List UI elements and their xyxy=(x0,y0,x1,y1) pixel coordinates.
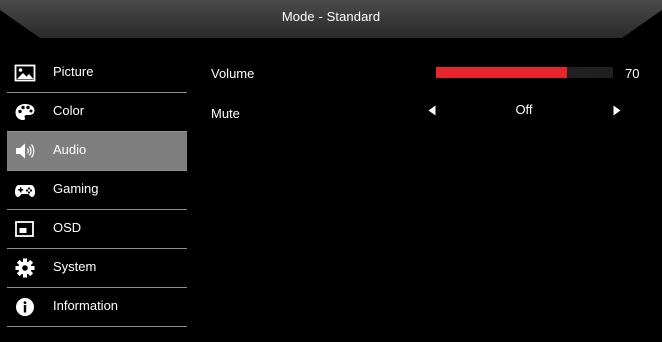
mute-value: Off xyxy=(515,102,533,117)
gamepad-icon xyxy=(15,185,35,197)
sidebar-item-audio[interactable]: Audio xyxy=(7,132,187,171)
sidebar-item-information[interactable]: Information xyxy=(7,288,187,327)
info-icon xyxy=(16,298,34,316)
speaker-icon xyxy=(16,143,35,159)
picture-icon xyxy=(14,64,36,82)
osd-menu: Mode - Standard Picture Color Audio Gami… xyxy=(0,0,662,342)
volume-label: Volume xyxy=(211,66,255,81)
audio-settings-panel: Volume 70 Mute Off xyxy=(211,0,651,342)
color-palette-icon xyxy=(15,104,35,120)
sidebar-item-picture[interactable]: Picture xyxy=(7,54,187,93)
sidebar-item-system[interactable]: System xyxy=(7,249,187,288)
sidebar-item-gaming[interactable]: Gaming xyxy=(7,171,187,210)
arrow-right-icon[interactable] xyxy=(613,105,621,116)
osd-window-icon xyxy=(15,221,34,237)
sidebar-item-osd[interactable]: OSD xyxy=(7,210,187,249)
sidebar-item-label: Gaming xyxy=(53,181,99,196)
volume-slider[interactable] xyxy=(436,67,613,78)
gear-icon xyxy=(15,258,35,278)
sidebar-item-label: Information xyxy=(53,298,119,313)
sidebar-item-label: Audio xyxy=(53,142,87,157)
sidebar-item-label: System xyxy=(53,259,97,274)
sidebar-item-label: Color xyxy=(53,103,85,118)
sidebar-item-label: Picture xyxy=(53,64,94,79)
arrow-left-icon[interactable] xyxy=(428,105,436,116)
sidebar-item-color[interactable]: Color xyxy=(7,93,187,132)
volume-slider-fill xyxy=(436,67,567,78)
sidebar: Picture Color Audio Gaming OSD System In… xyxy=(7,54,187,327)
sidebar-item-label: OSD xyxy=(53,220,82,235)
volume-value: 70 xyxy=(625,66,640,81)
mute-label: Mute xyxy=(211,106,240,121)
